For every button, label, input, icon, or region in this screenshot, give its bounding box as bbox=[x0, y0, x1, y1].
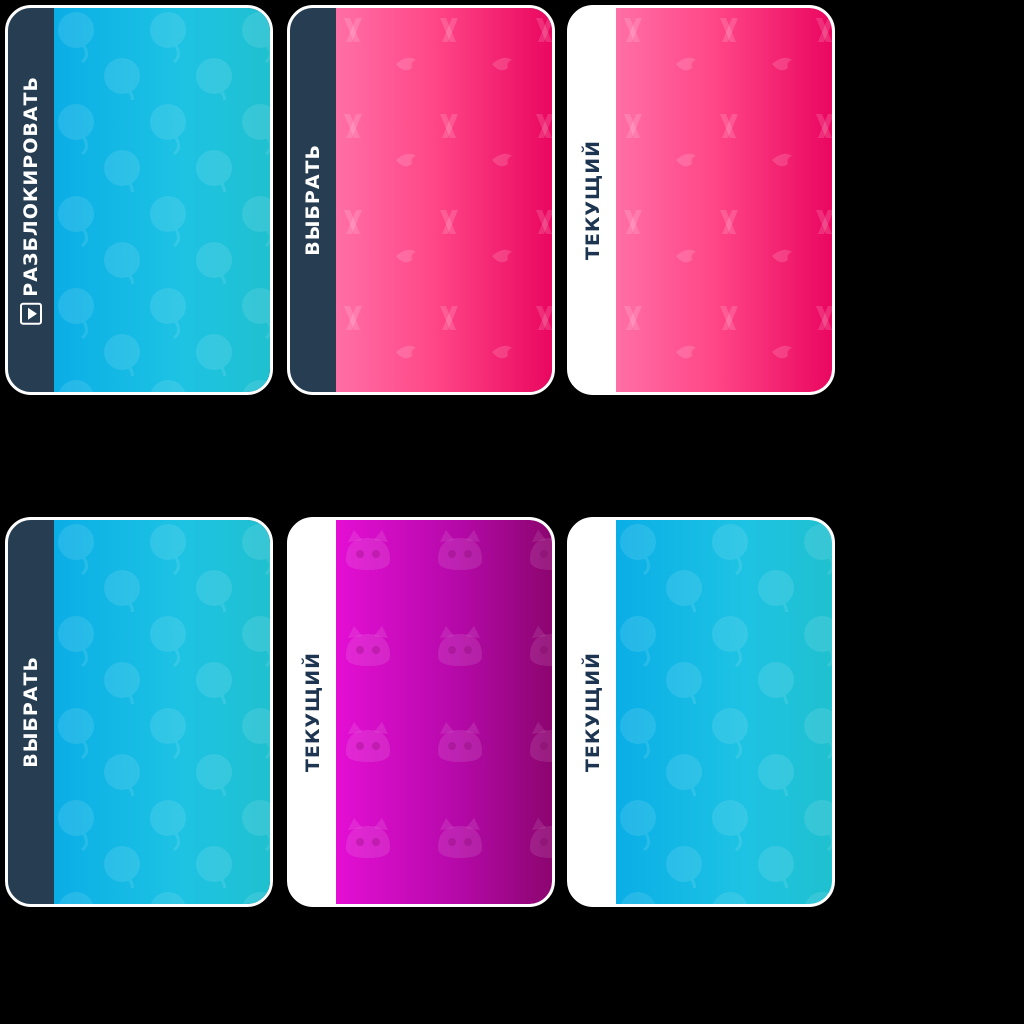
flame-logo-pattern bbox=[336, 8, 552, 392]
skin-card-pink-current[interactable]: ТЕКУЩИЙ bbox=[567, 5, 835, 395]
skin-card-pink-select[interactable]: ВЫБРАТЬ bbox=[287, 5, 555, 395]
current-label: ТЕКУЩИЙ bbox=[302, 651, 324, 773]
current-label: ТЕКУЩИЙ bbox=[582, 139, 604, 261]
skin-card-blue-locked[interactable]: РАЗБЛОКИРОВАТЬ bbox=[5, 5, 273, 395]
current-tab: ТЕКУЩИЙ bbox=[290, 520, 336, 904]
current-label: ТЕКУЩИЙ bbox=[582, 651, 604, 773]
skin-preview-blue bbox=[54, 520, 270, 904]
current-tab: ТЕКУЩИЙ bbox=[570, 8, 616, 392]
skin-preview-blue bbox=[616, 520, 832, 904]
unlock-button[interactable]: РАЗБЛОКИРОВАТЬ bbox=[8, 8, 54, 392]
skin-card-magenta-current[interactable]: ТЕКУЩИЙ bbox=[287, 517, 555, 907]
video-play-icon bbox=[20, 302, 42, 325]
skin-preview-pink bbox=[616, 8, 832, 392]
cat-face-pattern bbox=[336, 520, 552, 904]
select-label: ВЫБРАТЬ bbox=[302, 144, 324, 256]
skin-preview-magenta bbox=[336, 520, 552, 904]
skin-card-blue-select[interactable]: ВЫБРАТЬ bbox=[5, 517, 273, 907]
select-button[interactable]: ВЫБРАТЬ bbox=[290, 8, 336, 392]
balloon-pattern bbox=[54, 8, 270, 392]
select-label: ВЫБРАТЬ bbox=[20, 656, 42, 768]
unlock-label: РАЗБЛОКИРОВАТЬ bbox=[20, 75, 42, 297]
skin-preview-pink bbox=[336, 8, 552, 392]
flame-logo-pattern bbox=[616, 8, 832, 392]
balloon-pattern bbox=[54, 520, 270, 904]
current-tab: ТЕКУЩИЙ bbox=[570, 520, 616, 904]
skin-preview-blue bbox=[54, 8, 270, 392]
balloon-pattern bbox=[616, 520, 832, 904]
select-button[interactable]: ВЫБРАТЬ bbox=[8, 520, 54, 904]
skin-card-blue-current[interactable]: ТЕКУЩИЙ bbox=[567, 517, 835, 907]
